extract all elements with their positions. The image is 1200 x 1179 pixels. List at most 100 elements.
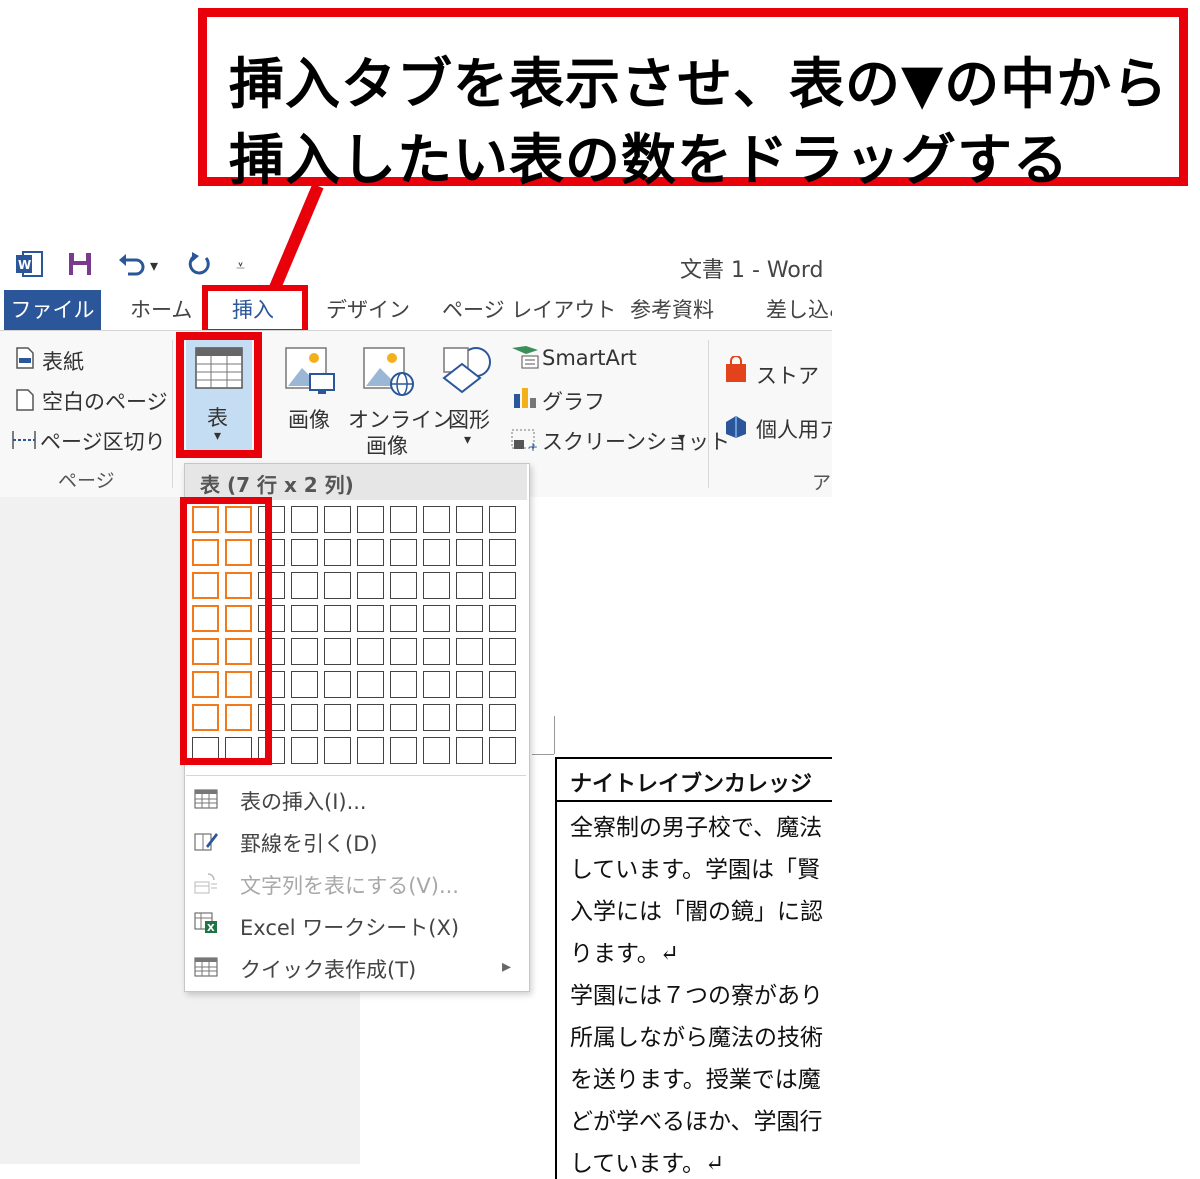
table-grid-cell[interactable] <box>456 638 483 665</box>
screenshot-button[interactable]: スクリーンショット <box>542 426 730 456</box>
table-grid-cell[interactable] <box>456 605 483 632</box>
save-icon[interactable] <box>66 250 94 278</box>
screenshot-crop-area <box>832 290 1200 1164</box>
table-grid-cell[interactable] <box>324 572 351 599</box>
table-grid-cell[interactable] <box>423 506 450 533</box>
table-grid-cell[interactable] <box>291 638 318 665</box>
table-grid-cell[interactable] <box>456 737 483 764</box>
online-picture-label-2[interactable]: 画像 <box>366 430 408 460</box>
table-grid-cell[interactable] <box>291 572 318 599</box>
doc-text-line: しています。↵ <box>570 1151 725 1177</box>
table-grid-cell[interactable] <box>423 539 450 566</box>
table-grid-cell[interactable] <box>390 572 417 599</box>
tab-page-layout[interactable]: ページ レイアウト <box>442 290 616 330</box>
table-grid-cell[interactable] <box>390 539 417 566</box>
smartart-button[interactable]: SmartArt <box>542 346 637 370</box>
table-grid-cell[interactable] <box>423 737 450 764</box>
instruction-callout: 挿入タブを表示させ、表の▼の中から 挿入したい表の数をドラッグする <box>198 8 1188 192</box>
smartart-icon <box>512 346 539 369</box>
tab-home[interactable]: ホーム <box>130 290 192 330</box>
table-size-title: 表 (7 行 x 2 列) <box>200 473 354 497</box>
table-grid-cell[interactable] <box>489 506 516 533</box>
table-grid-cell[interactable] <box>456 671 483 698</box>
table-grid-cell[interactable] <box>357 506 384 533</box>
table-grid-cell[interactable] <box>489 539 516 566</box>
table-grid-cell[interactable] <box>291 671 318 698</box>
table-grid-cell[interactable] <box>456 506 483 533</box>
table-grid-cell[interactable] <box>324 605 351 632</box>
table-grid-cell[interactable] <box>489 572 516 599</box>
page-break-button[interactable]: ページ区切り <box>40 426 166 456</box>
table-grid-cell[interactable] <box>390 605 417 632</box>
table-grid-cell[interactable] <box>324 704 351 731</box>
table-grid-cell[interactable] <box>390 638 417 665</box>
quick-tables-icon <box>194 957 218 977</box>
blank-page-button[interactable]: 空白のページ <box>42 386 168 416</box>
cover-page-button[interactable]: 表紙 <box>42 346 84 376</box>
table-grid-cell[interactable] <box>357 704 384 731</box>
table-grid-cell[interactable] <box>390 671 417 698</box>
pages-group-label: ページ <box>58 470 115 492</box>
table-grid-cell[interactable] <box>291 737 318 764</box>
table-grid-cell[interactable] <box>357 572 384 599</box>
table-grid-cell[interactable] <box>357 539 384 566</box>
table-grid-cell[interactable] <box>324 539 351 566</box>
tab-references[interactable]: 参考資料 <box>630 290 714 330</box>
menu-excel-spreadsheet[interactable]: Excel ワークシート(X) <box>240 912 459 942</box>
table-grid-cell[interactable] <box>423 572 450 599</box>
menu-quick-tables[interactable]: クイック表作成(T) <box>240 954 416 984</box>
window-title: 文書 1 - Word <box>680 258 824 283</box>
store-button[interactable]: ストア <box>756 360 819 390</box>
callout-line-2: 挿入したい表の数をドラッグする <box>229 128 1070 192</box>
table-grid-cell[interactable] <box>357 605 384 632</box>
undo-dropdown-arrow[interactable]: ▾ <box>150 256 158 275</box>
table-grid-cell[interactable] <box>390 704 417 731</box>
table-header-cell[interactable]: ナイトレイブンカレッジ <box>570 766 812 798</box>
table-grid-cell[interactable] <box>291 506 318 533</box>
my-addins-button[interactable]: 個人用ア <box>756 414 840 444</box>
table-grid-cell[interactable] <box>357 671 384 698</box>
tab-insert-highlight <box>202 285 308 335</box>
table-grid-cell[interactable] <box>357 638 384 665</box>
table-grid-cell[interactable] <box>456 572 483 599</box>
table-grid-cell[interactable] <box>489 605 516 632</box>
undo-icon[interactable] <box>116 250 146 278</box>
table-grid-cell[interactable] <box>489 704 516 731</box>
picture-button[interactable]: 画像 <box>288 404 330 434</box>
customize-toolbar-icon[interactable]: ⩡ <box>236 256 245 276</box>
table-grid-cell[interactable] <box>324 506 351 533</box>
cover-page-icon <box>16 347 34 369</box>
table-grid-cell[interactable] <box>489 638 516 665</box>
table-grid-cell[interactable] <box>456 704 483 731</box>
table-grid-cell[interactable] <box>423 671 450 698</box>
picture-icon <box>285 347 335 394</box>
shapes-dropdown-arrow[interactable]: ▾ <box>464 432 471 448</box>
table-grid-cell[interactable] <box>489 737 516 764</box>
screenshot-dropdown-arrow[interactable]: ▾ <box>678 430 685 446</box>
shapes-button[interactable]: 図形 <box>448 404 490 434</box>
table-grid-cell[interactable] <box>324 737 351 764</box>
screenshot-icon: + <box>511 429 538 452</box>
table-grid-cell[interactable] <box>456 539 483 566</box>
table-grid-cell[interactable] <box>291 704 318 731</box>
menu-insert-table[interactable]: 表の挿入(I)... <box>240 786 367 816</box>
table-grid-cell[interactable] <box>324 671 351 698</box>
table-grid-cell[interactable] <box>291 539 318 566</box>
table-grid-cell[interactable] <box>423 638 450 665</box>
table-grid-cell[interactable] <box>390 506 417 533</box>
tab-file[interactable]: ファイル <box>4 290 101 330</box>
svg-text:X: X <box>207 923 215 934</box>
tab-design[interactable]: デザイン <box>326 290 410 330</box>
table-grid-cell[interactable] <box>324 638 351 665</box>
table-grid-cell[interactable] <box>423 704 450 731</box>
menu-draw-table[interactable]: 罫線を引く(D) <box>240 828 378 858</box>
doc-text-line: 所属しながら魔法の技術 <box>570 1025 823 1051</box>
table-grid-cell[interactable] <box>357 737 384 764</box>
repeat-icon[interactable] <box>186 250 214 278</box>
table-grid-cell[interactable] <box>489 671 516 698</box>
table-grid-cell[interactable] <box>390 737 417 764</box>
table-grid-cell[interactable] <box>423 605 450 632</box>
callout-connector <box>268 186 324 293</box>
chart-button[interactable]: グラフ <box>542 386 605 416</box>
table-grid-cell[interactable] <box>291 605 318 632</box>
